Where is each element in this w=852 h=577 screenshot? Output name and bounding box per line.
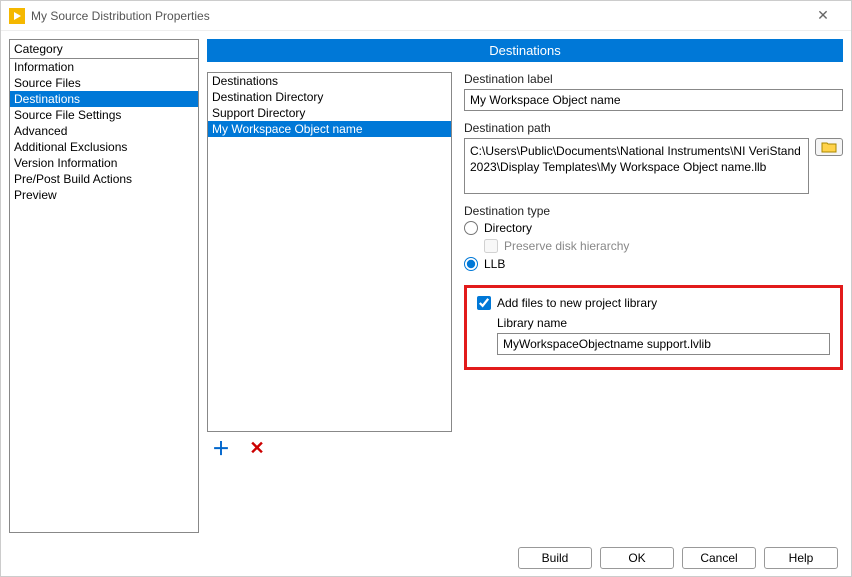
category-header: Category <box>9 39 199 58</box>
llb-radio-label: LLB <box>484 257 505 271</box>
remove-destination-button[interactable]: ✕ <box>247 438 267 458</box>
build-button[interactable]: Build <box>518 547 592 569</box>
titlebar: My Source Distribution Properties ✕ <box>1 1 851 31</box>
close-button[interactable]: ✕ <box>803 1 843 31</box>
category-list[interactable]: InformationSource FilesDestinationsSourc… <box>9 58 199 533</box>
category-item[interactable]: Pre/Post Build Actions <box>10 171 198 187</box>
preserve-check-row: Preserve disk hierarchy <box>484 239 843 253</box>
category-item[interactable]: Additional Exclusions <box>10 139 198 155</box>
category-item[interactable]: Advanced <box>10 123 198 139</box>
ok-button[interactable]: OK <box>600 547 674 569</box>
add-library-checkbox-label: Add files to new project library <box>497 296 657 310</box>
destination-label-caption: Destination label <box>464 72 843 86</box>
destination-item[interactable]: My Workspace Object name <box>208 121 451 137</box>
category-item[interactable]: Destinations <box>10 91 198 107</box>
add-library-check-row[interactable]: Add files to new project library <box>477 296 830 310</box>
cancel-button[interactable]: Cancel <box>682 547 756 569</box>
destinations-list[interactable]: DestinationsDestination DirectorySupport… <box>207 72 452 432</box>
category-item[interactable]: Version Information <box>10 155 198 171</box>
directory-radio-row[interactable]: Directory <box>464 221 843 235</box>
category-panel: Category InformationSource FilesDestinat… <box>9 39 199 533</box>
category-item[interactable]: Information <box>10 59 198 75</box>
preserve-checkbox-label: Preserve disk hierarchy <box>504 239 629 253</box>
destination-item[interactable]: Destination Directory <box>208 89 451 105</box>
page-banner: Destinations <box>207 39 843 62</box>
directory-radio[interactable] <box>464 221 478 235</box>
library-highlight-box: Add files to new project library Library… <box>464 285 843 370</box>
folder-icon <box>821 141 837 153</box>
destination-item[interactable]: Destinations <box>208 73 451 89</box>
browse-button[interactable] <box>815 138 843 156</box>
destination-path-input[interactable]: C:\Users\Public\Documents\National Instr… <box>464 138 809 194</box>
library-name-input[interactable] <box>497 333 830 355</box>
library-name-caption: Library name <box>497 316 830 330</box>
add-destination-button[interactable]: ＋ <box>211 438 231 458</box>
llb-radio-row[interactable]: LLB <box>464 257 843 271</box>
app-icon <box>9 8 25 24</box>
directory-radio-label: Directory <box>484 221 532 235</box>
category-item[interactable]: Source File Settings <box>10 107 198 123</box>
category-item[interactable]: Source Files <box>10 75 198 91</box>
add-library-checkbox[interactable] <box>477 296 491 310</box>
llb-radio[interactable] <box>464 257 478 271</box>
preserve-checkbox <box>484 239 498 253</box>
dialog-button-bar: Build OK Cancel Help <box>518 547 838 569</box>
destination-type-caption: Destination type <box>464 204 843 218</box>
window-title: My Source Distribution Properties <box>31 9 803 23</box>
category-item[interactable]: Preview <box>10 187 198 203</box>
destination-path-caption: Destination path <box>464 121 843 135</box>
help-button[interactable]: Help <box>764 547 838 569</box>
destination-label-input[interactable] <box>464 89 843 111</box>
destination-item[interactable]: Support Directory <box>208 105 451 121</box>
